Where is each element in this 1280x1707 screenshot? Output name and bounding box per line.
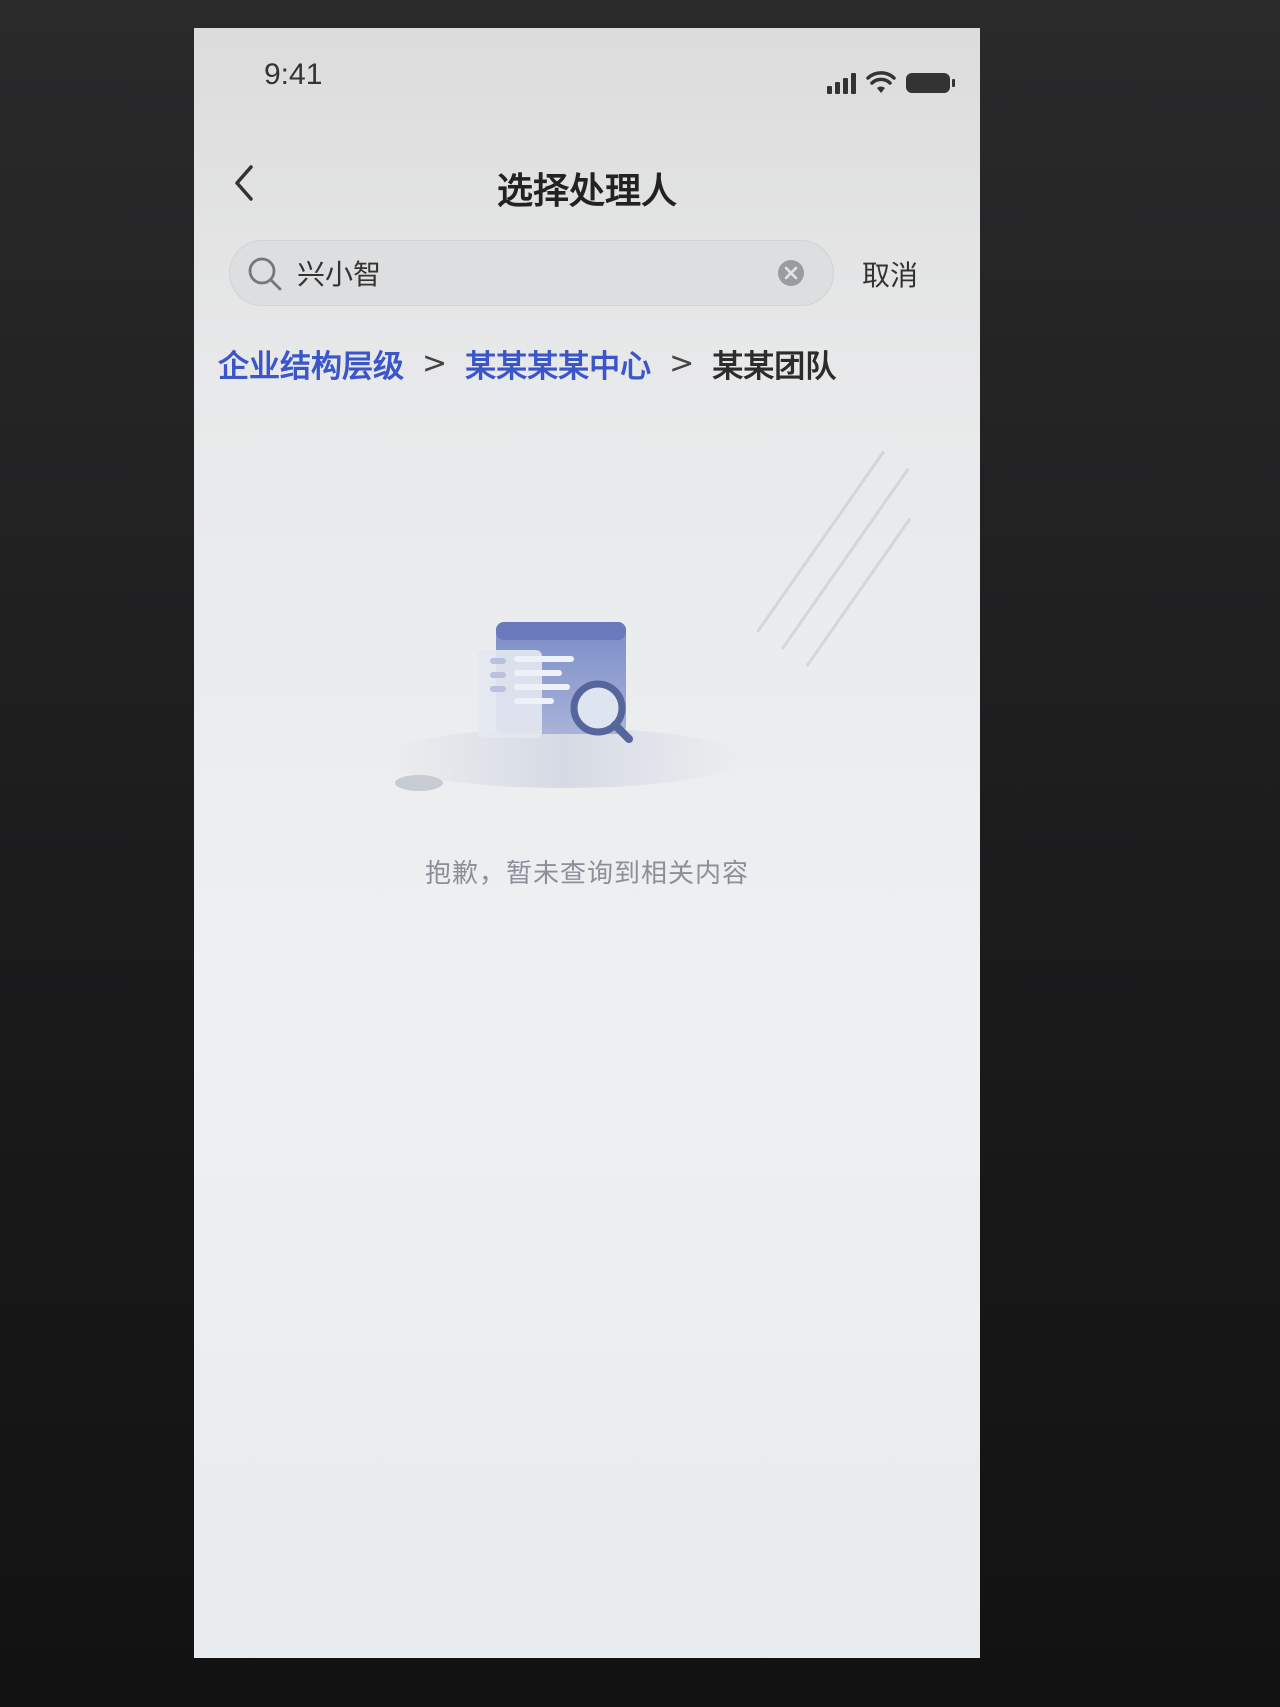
nav-bar: 选择处理人 xyxy=(194,138,980,228)
breadcrumb-item-team: 某某团队 xyxy=(712,348,837,385)
empty-message: 抱歉，暂未查询到相关内容 xyxy=(424,859,749,889)
breadcrumb-separator: > xyxy=(422,345,448,381)
breadcrumb: 企业结构层级 > 某某某某中心 > 某某团队 xyxy=(218,338,836,388)
breadcrumb-separator: > xyxy=(669,345,695,381)
search-icon xyxy=(248,257,282,291)
signal-icon xyxy=(827,72,856,94)
page-title: 选择处理人 xyxy=(496,171,677,212)
wifi-icon xyxy=(866,71,896,93)
status-bar: 9:41 xyxy=(194,28,980,128)
search-box[interactable] xyxy=(229,240,834,306)
battery-icon xyxy=(906,73,955,93)
phone-screen: 9:41 选择处理人 兴小智 取消 企业结构层级 > 某某某某中心 > 某某团队… xyxy=(194,28,980,1658)
search-row: 取消 xyxy=(194,240,980,320)
breadcrumb-item-center[interactable]: 某某某某中心 xyxy=(465,341,651,386)
empty-search-illustration xyxy=(384,622,744,791)
cancel-button[interactable]: 取消 xyxy=(862,254,918,294)
breadcrumb-item-enterprise-structure[interactable]: 企业结构层级 xyxy=(218,341,404,386)
clear-icon[interactable] xyxy=(776,258,806,288)
empty-state: 抱歉，暂未查询到相关内容 xyxy=(194,608,980,908)
search-input[interactable] xyxy=(297,250,757,296)
status-icons xyxy=(827,68,955,98)
status-time: 9:41 xyxy=(264,58,323,91)
